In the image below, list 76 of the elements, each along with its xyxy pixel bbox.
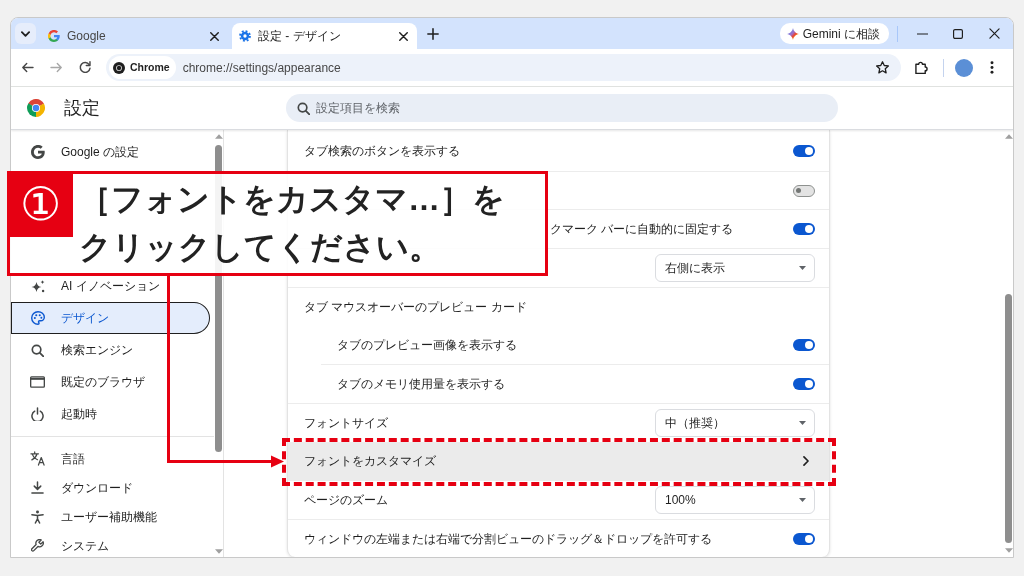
sidebar-item[interactable]: 言語 [11, 444, 210, 473]
scroll-down-icon[interactable] [214, 549, 223, 554]
browser-window-icon [30, 376, 45, 388]
callout-instruction: ［フォントをカスタマ…］をクリックしてください。 [79, 180, 506, 267]
site-info-chip[interactable]: Chrome [109, 56, 176, 79]
wrench-icon [31, 539, 44, 552]
browser-tab[interactable]: Google [40, 23, 230, 49]
translate-icon [30, 451, 45, 466]
scroll-down-icon[interactable] [1004, 548, 1013, 553]
page-title: 設定 [64, 96, 100, 120]
chevron-right-icon[interactable] [803, 456, 809, 467]
sidebar-item[interactable]: 起動時 [11, 398, 210, 430]
maximize-icon[interactable] [953, 28, 963, 39]
search-field[interactable]: 設定項目を検索 [286, 94, 838, 122]
tab-search-button[interactable] [15, 23, 36, 44]
google-g-icon [30, 145, 45, 159]
section-heading: タブ マウスオーバーのプレビュー カード [304, 298, 527, 316]
caret-icon [799, 265, 806, 270]
chevron-down-icon [21, 30, 30, 37]
caret-icon [799, 420, 806, 425]
back-arrow-icon[interactable] [21, 62, 34, 73]
chrome-logo-icon [113, 61, 125, 74]
sidebar-item[interactable]: ダウンロード [11, 473, 210, 502]
puzzle-piece-icon[interactable] [915, 61, 928, 74]
close-icon[interactable] [399, 31, 408, 41]
minimize-icon[interactable] [916, 32, 928, 35]
setting-label: タブのプレビュー画像を表示する [337, 336, 517, 354]
step-number-badge: ① [7, 171, 73, 237]
sidebar-item[interactable]: デザイン [11, 302, 210, 334]
sparkle-icon [786, 27, 799, 40]
setting-label: クマーク バーに自動的に固定する [550, 221, 734, 239]
reload-icon[interactable] [79, 61, 92, 74]
gear-icon [239, 30, 251, 42]
sidebar-item[interactable]: Google の設定 [11, 136, 210, 168]
sidebar-item[interactable]: 既定のブラウザ [11, 366, 210, 398]
dropdown[interactable]: 中（推奨） [655, 408, 815, 437]
toggle-switch[interactable] [793, 184, 815, 197]
toggle-switch[interactable] [793, 377, 815, 390]
close-icon[interactable] [210, 31, 219, 41]
dropdown[interactable]: 右側に表示 [655, 253, 815, 282]
scrollbar-thumb[interactable] [1005, 294, 1012, 543]
chrome-logo-icon [27, 99, 45, 117]
more-icon[interactable] [990, 61, 994, 74]
settings-link-row[interactable]: フォントをカスタマイズ [288, 441, 829, 481]
scroll-up-icon[interactable] [1004, 134, 1013, 139]
gemini-button[interactable]: Gemini に相談 [779, 23, 889, 44]
toggle-switch[interactable] [793, 145, 815, 158]
download-icon [31, 481, 44, 494]
star-icon[interactable] [876, 61, 889, 74]
close-icon[interactable] [988, 28, 1000, 39]
setting-label: フォントサイズ [304, 414, 388, 432]
setting-label: タブ検索のボタンを表示する [304, 143, 460, 161]
address-bar[interactable]: Chrome chrome://settings/appearance [106, 54, 901, 81]
plus-icon[interactable] [427, 27, 439, 40]
avatar-icon[interactable] [955, 58, 973, 77]
scroll-up-icon[interactable] [214, 134, 223, 139]
palette-icon [30, 311, 45, 325]
accessibility-icon [31, 509, 44, 524]
sidebar-item[interactable]: ユーザー補助機能 [11, 502, 210, 531]
power-icon [31, 407, 44, 421]
sidebar-item[interactable]: 検索エンジン [11, 334, 210, 366]
dropdown[interactable]: 100% [655, 486, 815, 515]
sidebar-item[interactable]: システム [11, 531, 210, 557]
toggle-switch[interactable] [793, 338, 815, 351]
setting-label: ウィンドウの左端または右端で分割ビューのドラッグ＆ドロップを許可する [304, 530, 712, 548]
caret-icon [799, 498, 806, 503]
browser-tab[interactable]: 設定 - デザイン [232, 23, 417, 49]
google-logo-icon [48, 30, 60, 42]
toggle-switch[interactable] [793, 223, 815, 236]
toggle-switch[interactable] [793, 532, 815, 545]
search-icon [297, 101, 310, 115]
setting-label: タブのメモリ使用量を表示する [337, 375, 505, 393]
search-icon [31, 343, 44, 357]
sparkle-icon [30, 279, 45, 293]
sidebar-item[interactable]: AI イノベーション [11, 276, 210, 296]
setting-label: ページのズーム [304, 492, 388, 510]
